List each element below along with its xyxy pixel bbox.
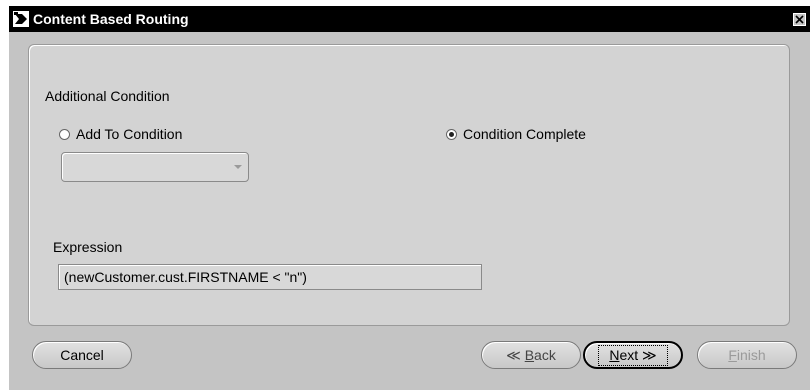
condition-complete-label: Condition Complete <box>463 126 586 142</box>
additional-condition-label: Additional Condition <box>45 88 170 104</box>
content-based-routing-dialog: Content Based Routing Additional Conditi… <box>9 6 810 390</box>
next-focus-ring: Next ≫ <box>598 344 668 366</box>
back-mnemonic: B <box>524 347 535 363</box>
close-button[interactable] <box>793 13 806 26</box>
add-to-condition-radio[interactable]: Add To Condition <box>59 126 182 142</box>
cancel-label: Cancel <box>60 347 104 363</box>
condition-select <box>61 152 249 182</box>
cancel-button[interactable]: Cancel <box>32 341 132 369</box>
close-icon <box>795 15 804 24</box>
window-title: Content Based Routing <box>33 11 189 27</box>
back-label-rest: ack <box>534 347 556 363</box>
next-label-rest: ext <box>619 346 639 363</box>
finish-button[interactable]: Finish <box>697 341 797 369</box>
next-button[interactable]: Next ≫ <box>583 341 683 369</box>
next-mnemonic: N <box>609 346 620 363</box>
add-to-condition-label: Add To Condition <box>76 126 183 142</box>
title-bar: Content Based Routing <box>9 6 810 32</box>
expression-label: Expression <box>53 239 123 255</box>
expression-field[interactable]: (newCustomer.cust.FIRSTNAME < "n") <box>58 264 482 290</box>
finish-label-rest: inish <box>736 347 766 363</box>
radio-indicator-complete[interactable] <box>446 128 457 140</box>
back-arrow-icon: ≪ <box>506 346 521 363</box>
finish-mnemonic: F <box>728 347 737 363</box>
next-arrow-icon: ≫ <box>642 346 657 363</box>
chevron-down-icon <box>234 165 242 169</box>
back-button[interactable]: ≪ Back <box>481 341 581 369</box>
radio-indicator-add[interactable] <box>59 128 70 140</box>
app-window-icon <box>13 11 29 27</box>
condition-complete-radio[interactable]: Condition Complete <box>446 126 586 142</box>
